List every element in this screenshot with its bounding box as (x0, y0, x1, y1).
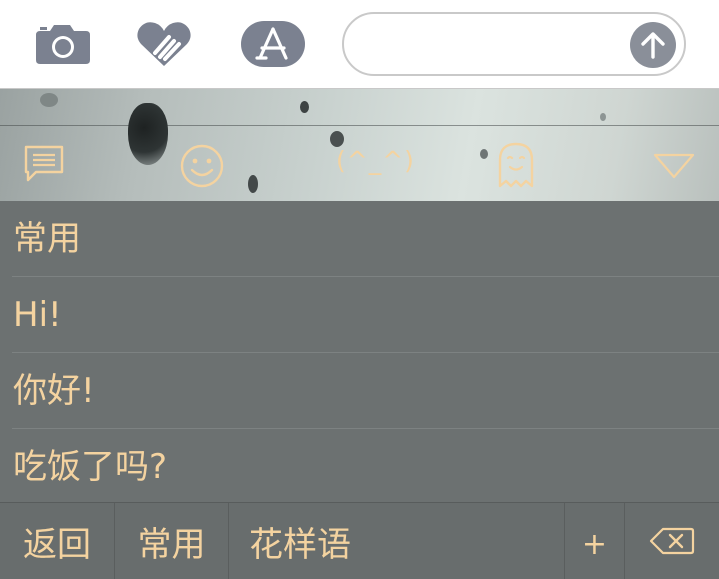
list-item[interactable]: 常用 (0, 201, 719, 277)
keyboard-bottom-bar: 返回 常用 花样语 + (0, 502, 719, 579)
list-item-label: 常用 (13, 219, 81, 259)
back-button[interactable]: 返回 (0, 503, 115, 579)
message-toolbar (0, 0, 719, 89)
smiley-icon[interactable] (179, 143, 225, 189)
add-button[interactable]: + (565, 503, 625, 579)
common-tab[interactable]: 常用 (115, 503, 229, 579)
list-item[interactable]: Hi! (0, 277, 719, 353)
list-item-label: Hi! (13, 295, 62, 335)
raindrop (40, 93, 58, 107)
message-icon[interactable] (22, 144, 66, 184)
camera-icon[interactable] (34, 17, 92, 71)
arrow-up-icon (641, 32, 665, 59)
raindrop (248, 175, 258, 193)
phrase-list: 常用 Hi! 你好! 吃饭了吗? (0, 201, 719, 505)
triangle-down-icon[interactable] (652, 152, 696, 180)
app-store-icon[interactable] (240, 17, 306, 71)
kaomoji-tab[interactable]: (^_^) (336, 146, 415, 175)
raindrop (300, 101, 309, 113)
message-input[interactable] (342, 12, 686, 76)
divider (0, 125, 719, 126)
raindrop (480, 149, 488, 159)
list-item-label: 你好! (13, 371, 95, 411)
delete-button[interactable] (625, 503, 719, 579)
list-item[interactable]: 你好! (0, 353, 719, 429)
raindrop (128, 103, 168, 165)
raindrop (600, 113, 606, 121)
fancy-phrases-tab[interactable]: 花样语 (229, 503, 565, 579)
raindrop (330, 131, 344, 147)
category-bar (0, 89, 719, 201)
heart-hands-icon[interactable] (135, 17, 193, 71)
ghost-icon[interactable] (494, 140, 538, 190)
list-item[interactable]: 吃饭了吗? (0, 429, 719, 505)
list-item-label: 吃饭了吗? (13, 447, 168, 487)
send-button[interactable] (630, 22, 676, 68)
backspace-icon (649, 527, 695, 555)
